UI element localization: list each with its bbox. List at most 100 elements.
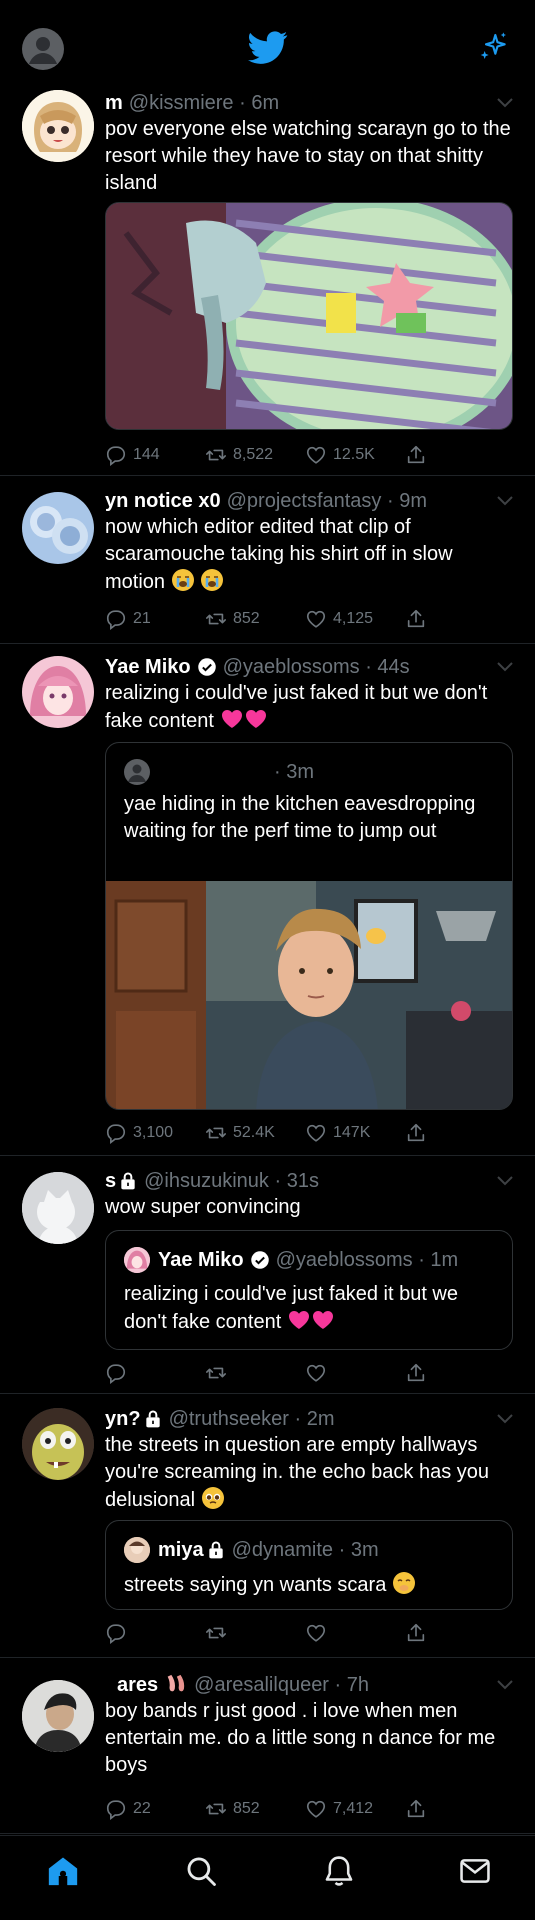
avatar[interactable] [22,1408,94,1480]
avatar[interactable] [22,1172,94,1244]
reply-count: 144 [133,446,160,463]
retweet-button[interactable]: 852 [205,606,260,632]
share-icon [405,1798,427,1820]
reply-button[interactable] [105,1360,133,1386]
tweet-image[interactable] [105,202,513,430]
like-button[interactable]: 7,412 [305,1796,373,1822]
display-name[interactable]: ares [117,1674,158,1696]
reply-button[interactable]: 21 [105,606,151,632]
default-cat-avatar-icon [22,1172,94,1244]
avatar[interactable] [22,492,94,564]
quoted-avatar[interactable] [124,1247,150,1273]
reply-button[interactable] [105,1620,133,1646]
quoted-handle[interactable]: @yaeblossoms [276,1249,413,1271]
retweet-button[interactable]: 8,522 [205,442,273,468]
chevron-down-icon[interactable] [497,98,513,108]
reply-button[interactable]: 144 [105,442,160,468]
quoted-tweet[interactable]: · 3m yae hiding in the kitchen eavesdrop… [105,742,513,1110]
lock-icon [206,1540,226,1560]
handle[interactable]: @aresalilqueer [194,1674,329,1696]
reply-button[interactable]: 22 [105,1796,151,1822]
quoted-avatar[interactable] [124,1537,150,1563]
like-count: 7,412 [333,1800,374,1817]
share-button[interactable] [405,1120,433,1146]
messages-icon[interactable] [458,1854,492,1888]
quoted-handle[interactable]: @dynamite [232,1539,333,1561]
like-button[interactable]: 12.5K [305,442,375,468]
timestamp: · 44s [365,656,410,678]
blue-roses-avatar-icon [22,492,94,564]
notifications-icon[interactable] [322,1854,356,1888]
miya-avatar-icon [124,1537,150,1563]
share-button[interactable] [405,1796,433,1822]
display-name[interactable]: yn notice x0 [105,490,221,512]
retweet-button[interactable]: 852 [205,1796,260,1822]
share-button[interactable] [405,1620,433,1646]
display-name[interactable]: m [105,92,123,114]
quoted-tweet[interactable]: miya @dynamite · 3m streets saying yn wan… [105,1520,513,1610]
avatar[interactable] [22,656,94,728]
quoted-text: streets saying yn wants scara [124,1574,387,1596]
tweet[interactable]: yn notice x0 @projectsfantasy · 9m now wh… [0,476,535,644]
share-button[interactable] [405,606,433,632]
like-button[interactable]: 147K [305,1120,370,1146]
search-icon[interactable] [184,1854,218,1888]
sparkle-icon[interactable] [478,30,510,64]
tweet-actions: 3,100 52.4K 147K [105,1120,505,1146]
chevron-down-icon[interactable] [497,1414,513,1424]
reply-icon [105,608,127,630]
home-icon[interactable] [46,1854,80,1888]
handle[interactable]: @yaeblossoms [223,656,360,678]
reply-icon [105,1362,127,1384]
sob-emoji-icon [200,568,224,592]
reply-button[interactable]: 3,100 [105,1120,173,1146]
tweet[interactable]: m @kissmiere · 6m pov everyone else watch… [0,90,535,476]
avatar[interactable] [22,90,94,162]
quoted-image[interactable] [106,881,512,1109]
like-button[interactable] [305,1360,333,1386]
quoted-display-name[interactable]: miya [158,1539,204,1561]
tweet[interactable]: yn? @truthseeker · 2m the streets in ques… [0,1394,535,1658]
timestamp: · 9m [387,490,427,512]
chevron-down-icon[interactable] [497,662,513,672]
handle[interactable]: @ihsuzukinuk [144,1170,269,1192]
default-avatar-icon [128,764,146,782]
share-button[interactable] [405,1360,433,1386]
reply-count: 21 [133,610,151,627]
like-button[interactable] [305,1620,333,1646]
handle[interactable]: @kissmiere [129,92,234,114]
tweet-text: pov everyone else watching scarayn go to… [105,118,511,194]
avatar[interactable] [22,1680,94,1752]
display-name[interactable]: Yae Miko [105,656,191,678]
retweet-icon [205,1622,227,1644]
chevron-down-icon[interactable] [497,496,513,506]
retweet-icon [205,444,227,466]
handle[interactable]: @projectsfantasy [227,490,382,512]
share-icon [405,608,427,630]
chevron-down-icon[interactable] [497,1176,513,1186]
handle[interactable]: @truthseeker [169,1408,289,1430]
tweet[interactable]: ares @aresalilqueer · 7h boy bands r just… [0,1658,535,1834]
chevron-down-icon[interactable] [497,1680,513,1690]
display-name[interactable]: s [105,1170,116,1192]
retweet-button[interactable] [205,1620,233,1646]
squidward-window-image [106,203,512,429]
profile-avatar-button[interactable] [22,28,64,70]
tweet[interactable]: Yae Miko @yaeblossoms · 44s realizing i c… [0,644,535,1156]
retweet-button[interactable]: 52.4K [205,1120,275,1146]
quoted-timestamp: · 3m [274,761,314,783]
retweet-button[interactable] [205,1360,233,1386]
reply-icon [105,444,127,466]
twitter-bird-icon[interactable] [248,30,288,66]
like-button[interactable]: 4,125 [305,606,373,632]
timestamp: · 6m [239,92,280,114]
quoted-tweet[interactable]: Yae Miko @yaeblossoms · 1m realizing i co… [105,1230,513,1350]
tweet[interactable]: s @ihsuzukinuk · 31s wow super convincing… [0,1156,535,1394]
display-name[interactable]: yn? [105,1408,141,1430]
default-avatar-icon [29,37,57,64]
heart-icon [305,444,327,466]
tweet-text: realizing i could've just faked it but w… [105,682,488,732]
quoted-avatar[interactable] [124,759,150,785]
share-button[interactable] [405,442,433,468]
quoted-display-name[interactable]: Yae Miko [158,1249,244,1271]
